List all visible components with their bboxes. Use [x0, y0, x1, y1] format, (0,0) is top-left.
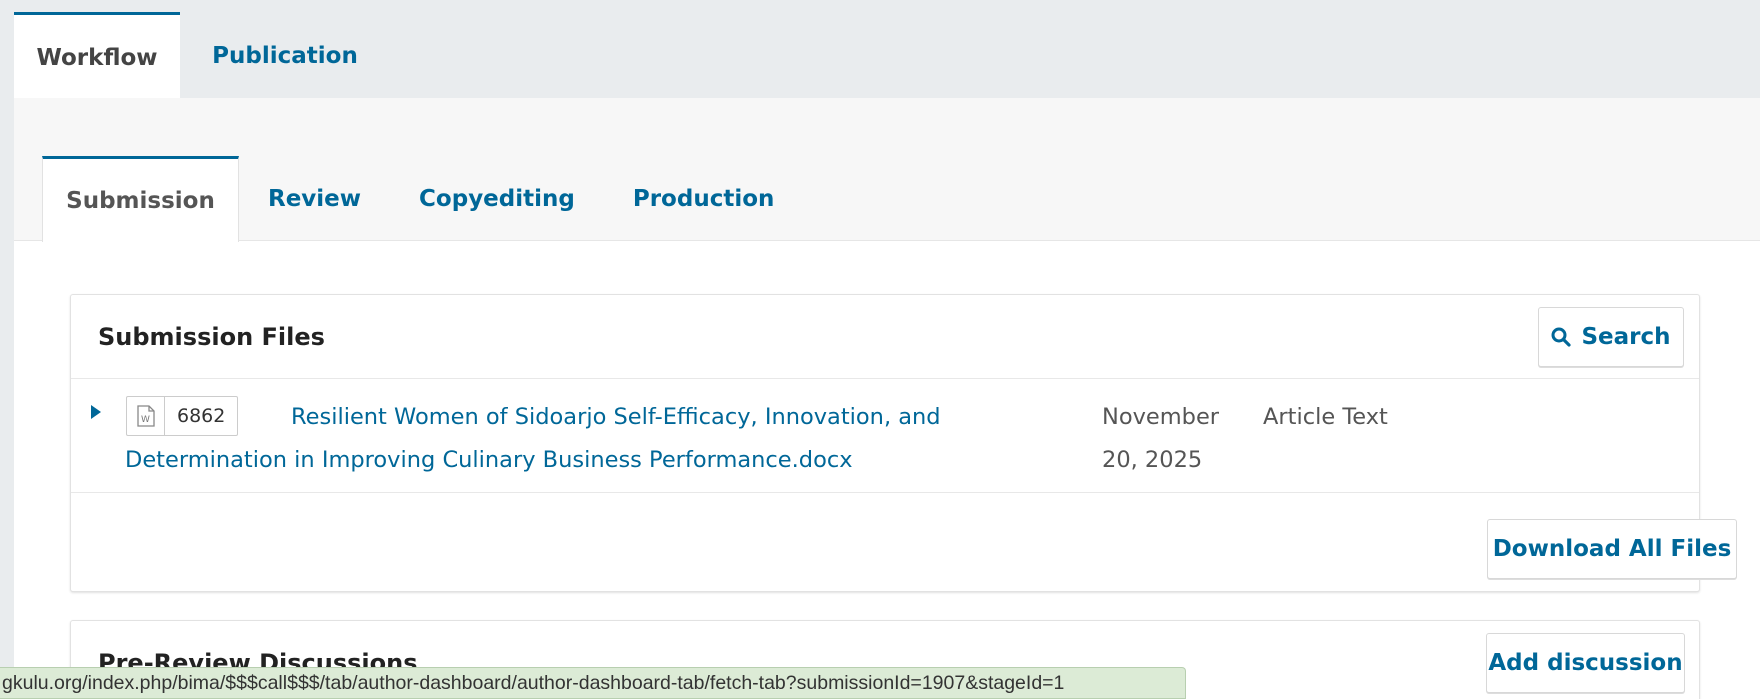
add-discussion-button[interactable]: Add discussion: [1486, 633, 1685, 693]
search-button[interactable]: Search: [1538, 307, 1684, 367]
workflow-panel: Submission Review Copyediting Production…: [14, 98, 1760, 699]
file-type: Article Text: [1263, 404, 1388, 430]
file-date: November 20, 2025: [1102, 404, 1220, 473]
tab-review[interactable]: Review: [239, 156, 390, 242]
expand-row-icon[interactable]: [91, 405, 101, 419]
tab-submission[interactable]: Submission: [42, 156, 239, 242]
browser-status-bar: gkulu.org/index.php/bima/$$$call$$$/tab/…: [0, 667, 1186, 699]
tab-publication[interactable]: Publication: [180, 12, 390, 100]
download-all-files-button[interactable]: Download All Files: [1487, 519, 1737, 579]
top-tabs: Workflow Publication: [14, 12, 390, 100]
tab-workflow[interactable]: Workflow: [14, 12, 180, 100]
tab-copyediting[interactable]: Copyediting: [390, 156, 604, 242]
file-name-link[interactable]: Resilient Women of Sidoarjo Self-Efficac…: [125, 396, 1055, 482]
submission-files-card: Submission Files Search W 6862 Resilient…: [70, 294, 1737, 592]
search-icon: [1551, 327, 1572, 347]
tab-production[interactable]: Production: [604, 156, 804, 242]
file-row: W 6862 Resilient Women of Sidoarjo Self-…: [71, 379, 1699, 493]
search-button-label: Search: [1581, 324, 1671, 350]
stage-tabs-bar: Submission Review Copyediting Production: [14, 98, 1760, 242]
submission-files-title: Submission Files: [98, 323, 325, 351]
stage-tabs: Submission Review Copyediting Production: [42, 156, 803, 242]
submission-files-header: Submission Files Search: [71, 295, 1699, 379]
